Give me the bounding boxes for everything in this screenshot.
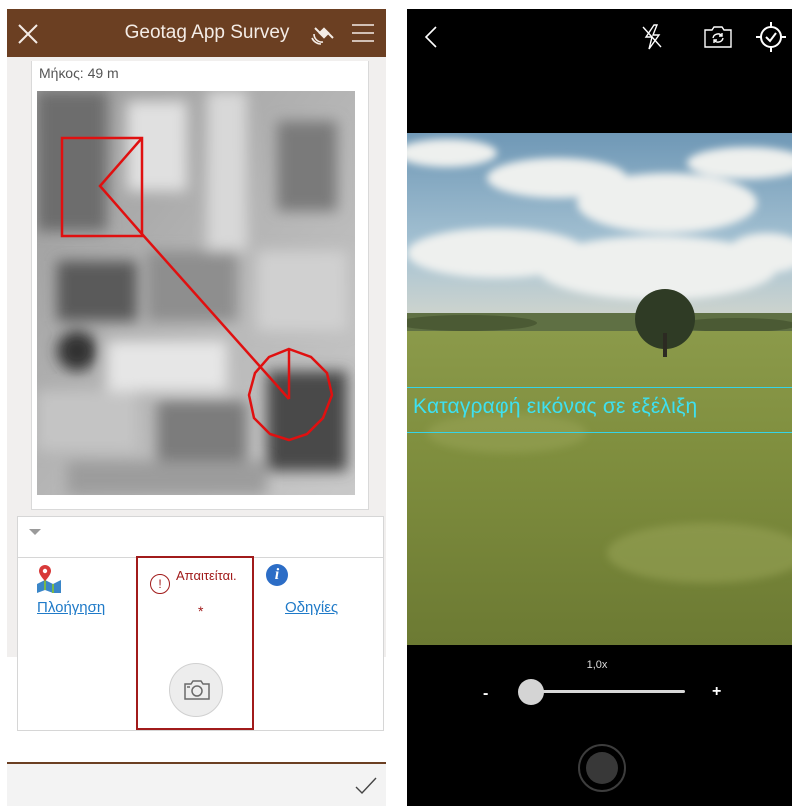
- collapsible-section[interactable]: [17, 516, 384, 558]
- map-pin-icon[interactable]: [35, 564, 63, 594]
- length-label: Μήκος: 49 m: [39, 65, 119, 81]
- chevron-down-icon[interactable]: [29, 529, 41, 535]
- bottom-toolbar: [7, 762, 386, 806]
- gps-satellite-icon[interactable]: [309, 20, 337, 46]
- info-icon[interactable]: i: [266, 564, 288, 586]
- zoom-level-label: 1,0x: [586, 659, 608, 671]
- survey-panel: Geotag App Survey Μήκος: 49 m Πλοήγηση !…: [7, 9, 386, 806]
- instructions-link[interactable]: Οδηγίες: [285, 599, 338, 616]
- shutter-button-inner[interactable]: [586, 752, 618, 784]
- required-asterisk: *: [198, 603, 204, 619]
- checkmark-icon[interactable]: [354, 776, 378, 796]
- survey-header: Geotag App Survey: [7, 9, 386, 57]
- map-thumbnail[interactable]: [37, 91, 355, 495]
- map-image: [37, 91, 355, 495]
- location-target-icon[interactable]: [755, 21, 787, 53]
- required-message: Απαιτείται.: [176, 568, 237, 583]
- zoom-slider-thumb[interactable]: [518, 679, 544, 705]
- menu-icon[interactable]: [352, 24, 374, 42]
- camera-icon: [184, 680, 210, 700]
- take-photo-button[interactable]: [169, 663, 223, 717]
- flash-off-icon[interactable]: [641, 23, 663, 51]
- zoom-out-button[interactable]: -: [483, 685, 488, 703]
- switch-camera-icon[interactable]: [703, 25, 733, 49]
- zoom-in-button[interactable]: +: [712, 683, 721, 701]
- close-icon[interactable]: [17, 23, 39, 45]
- warning-icon: !: [150, 574, 170, 594]
- navigation-link[interactable]: Πλοήγηση: [37, 599, 105, 616]
- page-title: Geotag App Survey: [124, 22, 290, 43]
- capture-in-progress-text: Καταγραφή εικόνας σε εξέλιξη: [413, 395, 698, 418]
- camera-panel: Καταγραφή εικόνας σε εξέλιξη 1,0x - +: [407, 9, 792, 806]
- back-icon[interactable]: [423, 25, 439, 49]
